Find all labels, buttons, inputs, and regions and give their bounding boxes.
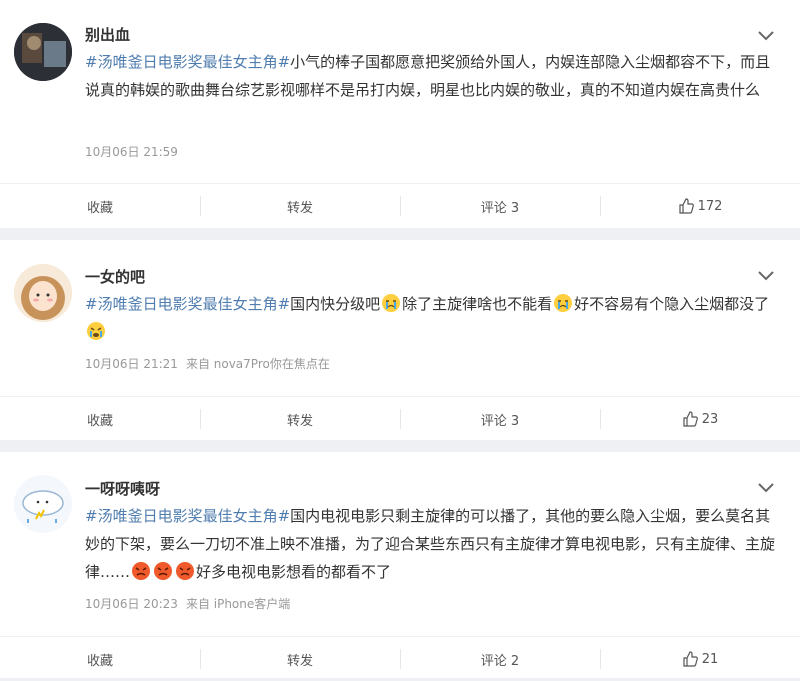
- collect-button[interactable]: 收藏: [0, 637, 200, 681]
- post-meta: 10月06日 21:21 来自 nova7Pro你在焦点在: [85, 355, 330, 372]
- like-count: 21: [701, 651, 719, 667]
- collect-label: 收藏: [86, 413, 113, 429]
- collect-button[interactable]: 收藏: [0, 184, 200, 228]
- post-text: 国内快分级吧: [290, 295, 381, 313]
- username[interactable]: 别出血: [85, 24, 130, 45]
- post-text: 好多电视电影想看的都看不了: [196, 563, 392, 581]
- chevron-down-icon[interactable]: [757, 482, 775, 494]
- cry-emoji: [382, 294, 401, 312]
- post-meta: 10月06日 21:59: [85, 143, 178, 160]
- topic-link[interactable]: #汤唯釜日电影奖最佳女主角#: [85, 295, 290, 313]
- repost-button[interactable]: 转发: [200, 637, 400, 681]
- angry-emoji: [132, 562, 151, 580]
- post-card: 别出血 #汤唯釜日电影奖最佳女主角#小气的棒子国都愿意把奖颁给外国人，内娱连部隐…: [0, 0, 800, 228]
- like-count: 23: [701, 411, 719, 427]
- source: 来自 nova7Pro你在焦点在: [185, 357, 330, 371]
- comment-label: 评论 3: [480, 200, 520, 216]
- comment-label: 评论 3: [480, 413, 520, 429]
- topic-link[interactable]: #汤唯釜日电影奖最佳女主角#: [85, 53, 290, 71]
- timestamp[interactable]: 10月06日 21:21: [85, 357, 178, 371]
- repost-label: 转发: [286, 200, 313, 216]
- chevron-down-icon[interactable]: [757, 30, 775, 42]
- avatar[interactable]: [14, 23, 72, 81]
- avatar-cloud: [14, 475, 72, 533]
- post-card: 一女的吧 #汤唯釜日电影奖最佳女主角#国内快分级吧 除了主旋律啥也不能看 好不容易有…: [0, 240, 800, 440]
- avatar[interactable]: [14, 475, 72, 533]
- comment-label: 评论 2: [480, 653, 520, 669]
- thumb-up-icon: [678, 198, 694, 214]
- collect-label: 收藏: [86, 653, 113, 669]
- sob-emoji: [87, 322, 105, 340]
- like-button[interactable]: 172: [600, 184, 800, 228]
- like-count: 172: [697, 198, 723, 214]
- username[interactable]: 一呀呀咦呀: [85, 478, 160, 499]
- avatar-cartoon-girl: [14, 264, 72, 322]
- avatar-photo: [14, 23, 72, 81]
- action-bar: 收藏 转发 评论 2 21: [0, 637, 800, 681]
- comment-button[interactable]: 评论 3: [400, 184, 600, 228]
- avatar[interactable]: [14, 264, 72, 322]
- repost-button[interactable]: 转发: [200, 397, 400, 441]
- post-meta: 10月06日 20:23 来自 iPhone客户端: [85, 595, 290, 612]
- action-bar: 收藏 转发 评论 3 172: [0, 184, 800, 228]
- post-text: 好不容易有个隐入尘烟都没了: [574, 295, 770, 313]
- post-content: #汤唯釜日电影奖最佳女主角#小气的棒子国都愿意把奖颁给外国人，内娱连部隐入尘烟都…: [85, 48, 775, 104]
- action-bar: 收藏 转发 评论 3 23: [0, 397, 800, 441]
- like-button[interactable]: 21: [600, 637, 800, 681]
- angry-emoji: [176, 562, 195, 580]
- timestamp[interactable]: 10月06日 20:23: [85, 597, 178, 611]
- post-content: #汤唯釜日电影奖最佳女主角#国内电视电影只剩主旋律的可以播了，其他的要么隐入尘烟…: [85, 502, 775, 586]
- angry-emoji: [154, 562, 173, 580]
- collect-label: 收藏: [86, 200, 113, 216]
- like-button[interactable]: 23: [600, 397, 800, 441]
- comment-button[interactable]: 评论 3: [400, 397, 600, 441]
- repost-label: 转发: [286, 413, 313, 429]
- thumb-up-icon: [683, 411, 698, 427]
- repost-label: 转发: [286, 653, 313, 669]
- chevron-down-icon[interactable]: [757, 270, 775, 282]
- username[interactable]: 一女的吧: [85, 266, 145, 287]
- repost-button[interactable]: 转发: [200, 184, 400, 228]
- timestamp[interactable]: 10月06日 21:59: [85, 145, 178, 159]
- post-text: 除了主旋律啥也不能看: [402, 295, 553, 313]
- thumb-up-icon: [683, 651, 698, 667]
- topic-link[interactable]: #汤唯釜日电影奖最佳女主角#: [85, 507, 290, 525]
- comment-button[interactable]: 评论 2: [400, 637, 600, 681]
- cry-emoji: [554, 294, 573, 312]
- collect-button[interactable]: 收藏: [0, 397, 200, 441]
- post-content: #汤唯釜日电影奖最佳女主角#国内快分级吧 除了主旋律啥也不能看 好不容易有个隐入尘烟…: [85, 290, 775, 346]
- post-card: 一呀呀咦呀 #汤唯釜日电影奖最佳女主角#国内电视电影只剩主旋律的可以播了，其他的…: [0, 452, 800, 678]
- source: 来自 iPhone客户端: [185, 597, 291, 611]
